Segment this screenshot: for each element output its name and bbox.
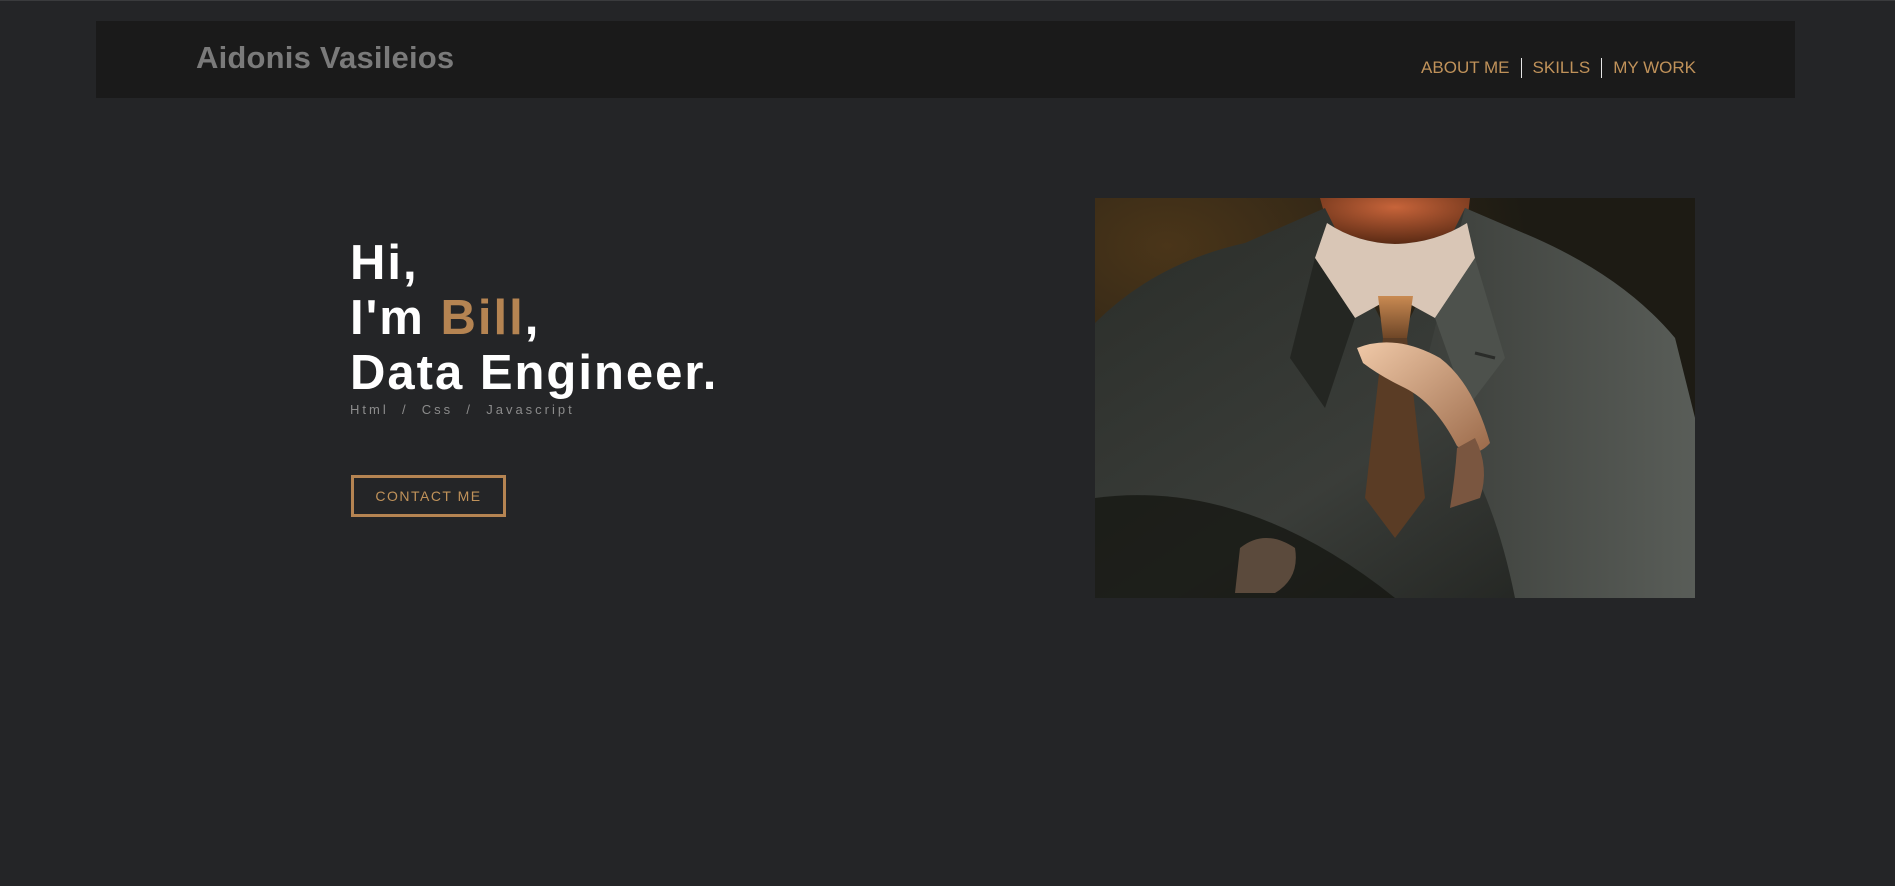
- nav-my-work[interactable]: MY WORK: [1602, 58, 1696, 78]
- hero-greeting: Hi,: [350, 236, 419, 290]
- hero-photo: [1095, 198, 1695, 598]
- hero-name: Bill: [440, 291, 525, 345]
- hero-skills: Html / Css / Javascript: [350, 402, 575, 417]
- nav-about-me[interactable]: ABOUT ME: [1410, 58, 1520, 78]
- hero-intro-prefix: I'm: [350, 291, 441, 345]
- contact-me-button[interactable]: CONTACT ME: [351, 475, 506, 517]
- brand-title[interactable]: Aidonis Vasileios: [196, 40, 454, 76]
- navbar: Aidonis Vasileios ABOUT ME SKILLS MY WOR…: [96, 21, 1795, 98]
- top-border: [0, 0, 1895, 1]
- hero-intro: Hi, I'm Bill, Data Engineer. Html / Css …: [350, 236, 718, 417]
- main-nav: ABOUT ME SKILLS MY WORK: [1410, 58, 1696, 78]
- hero-role: Data Engineer.: [350, 346, 719, 400]
- hero-intro-suffix: ,: [524, 291, 541, 345]
- suit-photo-illustration: [1095, 198, 1695, 598]
- hero-name-line: I'm Bill,: [350, 291, 718, 346]
- nav-skills[interactable]: SKILLS: [1522, 58, 1602, 78]
